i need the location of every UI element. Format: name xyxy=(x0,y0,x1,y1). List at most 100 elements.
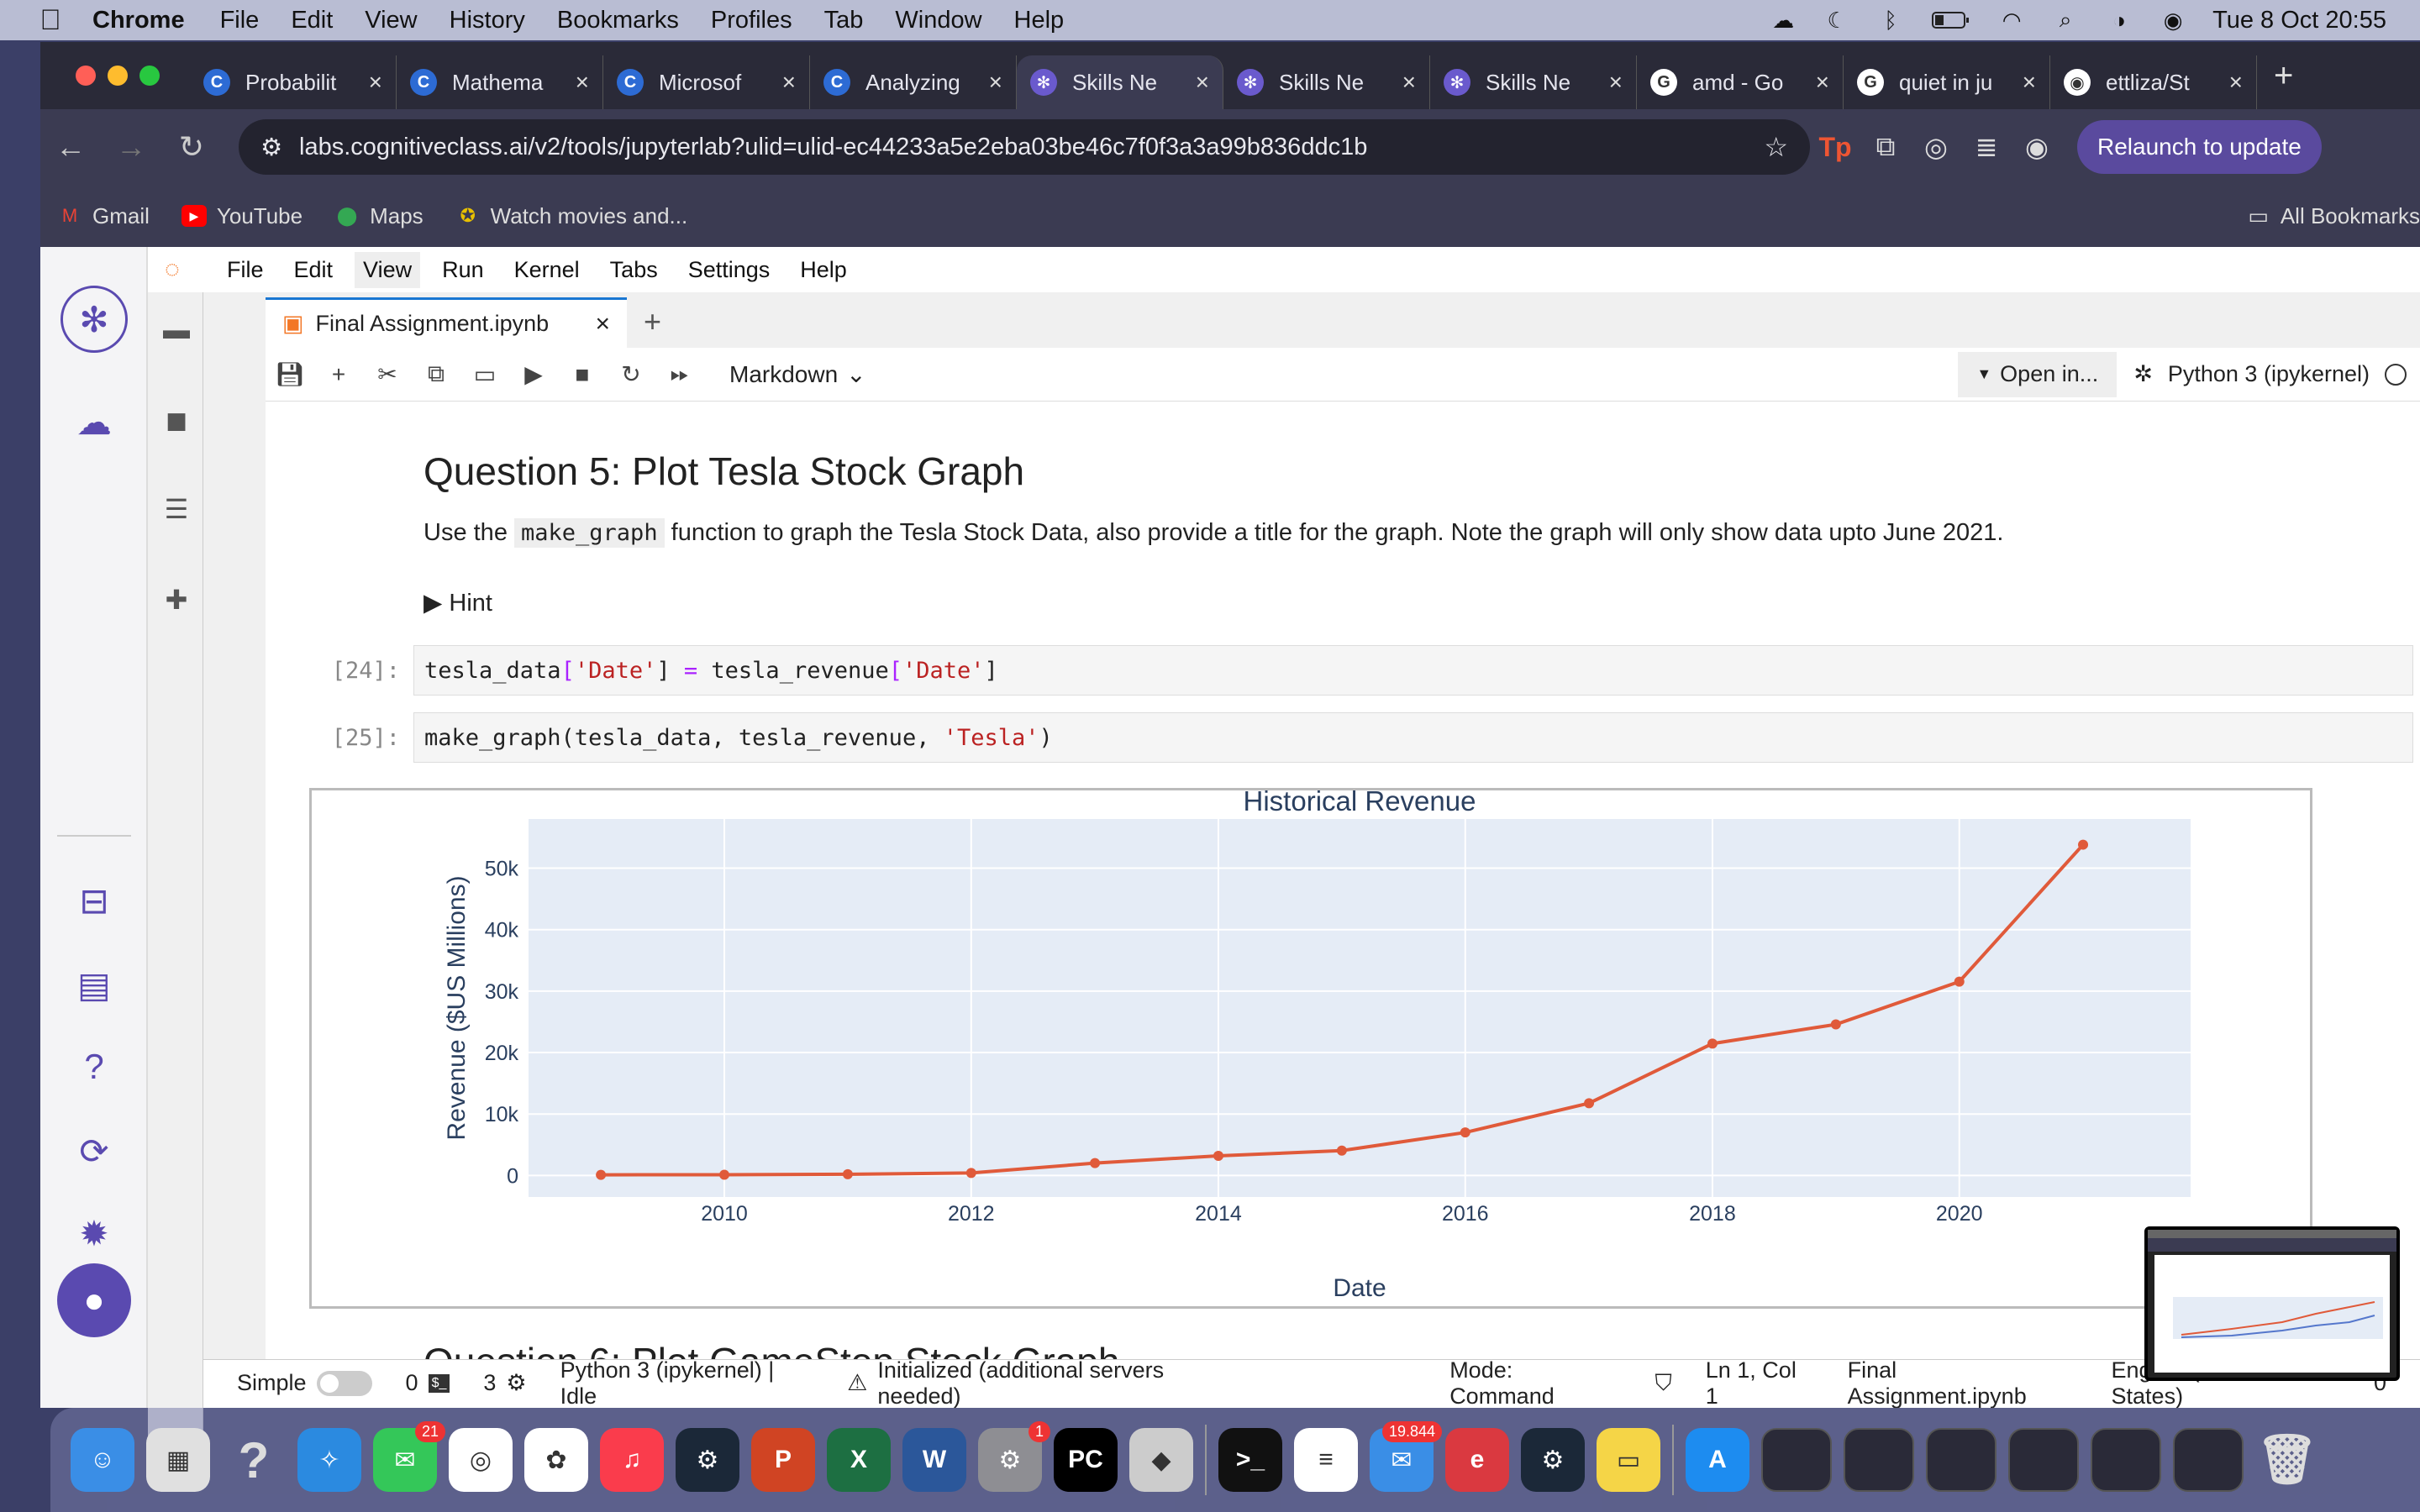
stickies-icon[interactable]: ▭ xyxy=(1597,1428,1660,1492)
screenshot-thumbnail[interactable] xyxy=(2144,1226,2400,1381)
file-browser-folder-icon[interactable]: ▬ xyxy=(160,312,193,346)
hint-details-toggle[interactable]: ▶ Hint xyxy=(424,588,492,617)
tab-close-icon[interactable]: × xyxy=(576,69,589,96)
sync-icon[interactable]: ⟳ xyxy=(60,1117,128,1184)
menubar-item-help[interactable]: Help xyxy=(1014,7,1065,34)
minimized-window-thumbnail[interactable] xyxy=(1844,1428,1914,1492)
profile-avatar-icon[interactable]: ◉ xyxy=(2012,131,2062,163)
apple-icon[interactable]:  xyxy=(34,3,67,37)
pycharm-icon[interactable]: PC xyxy=(1054,1428,1118,1492)
browser-tab[interactable]: Gquiet in ju × xyxy=(1844,55,2050,109)
url-text[interactable]: labs.cognitiveclass.ai/v2/tools/jupyterl… xyxy=(299,134,1764,161)
cloud-icon[interactable]: ☁ xyxy=(1769,8,1797,33)
data-point[interactable] xyxy=(1707,1038,1718,1049)
notes-icon[interactable]: ≡ xyxy=(1294,1428,1358,1492)
new-tab-button[interactable]: + xyxy=(2274,57,2293,95)
news-icon[interactable]: ▤ xyxy=(60,951,128,1018)
save-icon[interactable]: 💾︎ xyxy=(266,360,314,388)
new-launcher-button[interactable]: + xyxy=(644,304,661,339)
cursor-position[interactable]: Ln 1, Col 1 xyxy=(1706,1357,1814,1410)
data-point[interactable] xyxy=(596,1169,607,1180)
help-circle-icon[interactable]: ? xyxy=(60,1033,128,1100)
code-editor[interactable]: make_graph(tesla_data, tesla_revenue, 'T… xyxy=(413,712,2413,763)
tab-close-icon[interactable]: × xyxy=(1402,69,1416,96)
user-avatar-icon[interactable]: ● xyxy=(57,1263,131,1337)
copy-icon[interactable]: ⧉ xyxy=(412,360,460,388)
jmenu-edit[interactable]: Edit xyxy=(294,257,334,283)
data-point[interactable] xyxy=(1460,1127,1470,1138)
menubar-app-name[interactable]: Chrome xyxy=(92,7,185,34)
tab-close-icon[interactable]: × xyxy=(1609,69,1623,96)
tab-close-icon[interactable]: × xyxy=(989,69,1002,96)
menubar-item-profiles[interactable]: Profiles xyxy=(711,7,792,34)
help-icon[interactable]: ? xyxy=(222,1428,286,1492)
terminals-count[interactable]: 0 $_ xyxy=(406,1370,450,1396)
data-point[interactable] xyxy=(719,1169,730,1180)
browser-tab[interactable]: C Probabilit × xyxy=(190,55,397,109)
jmenu-run[interactable]: Run xyxy=(442,257,484,283)
code-cell-25[interactable]: [25]: make_graph(tesla_data, tesla_reven… xyxy=(266,712,2413,763)
plot-area[interactable] xyxy=(529,819,2191,1197)
minimized-window-thumbnail[interactable] xyxy=(2091,1428,2161,1492)
bookmark-gmail[interactable]: M Gmail xyxy=(57,203,150,229)
running-stop-icon[interactable]: ◼ xyxy=(160,403,193,437)
photos-icon[interactable]: ✿ xyxy=(524,1428,588,1492)
battery-icon[interactable] xyxy=(1930,8,1972,32)
extensions-puzzle-icon[interactable]: ✚ xyxy=(160,583,193,617)
minimize-window-button[interactable] xyxy=(108,66,128,86)
jmenu-help[interactable]: Help xyxy=(800,257,847,283)
open-in-button[interactable]: ▼ Open in... xyxy=(1958,351,2118,397)
stop-icon[interactable]: ■ xyxy=(558,361,607,388)
browser-tab[interactable]: ✻ Skills Ne × xyxy=(1017,55,1223,109)
reload-icon[interactable]: ↻ xyxy=(161,129,222,165)
tab-close-icon[interactable]: × xyxy=(1196,69,1209,96)
insert-cell-icon[interactable]: + xyxy=(314,361,363,388)
skills-network-logo-icon[interactable]: ✻ xyxy=(60,286,128,353)
run-icon[interactable]: ▶ xyxy=(509,360,558,388)
trash-icon[interactable]: 🗑︎ xyxy=(2255,1428,2319,1492)
tab-close-icon[interactable]: × xyxy=(369,69,382,96)
code-editor[interactable]: tesla_data['Date'] = tesla_revenue['Date… xyxy=(413,645,2413,696)
toggle-switch[interactable] xyxy=(316,1370,372,1396)
browser-tab[interactable]: C Analyzing × xyxy=(810,55,1017,109)
performance-icon[interactable]: ◎ xyxy=(1911,131,1961,163)
data-point[interactable] xyxy=(1090,1158,1101,1168)
cell-type-select[interactable]: Markdown ⌄ xyxy=(729,360,866,388)
terminal-icon[interactable]: >_ xyxy=(1218,1428,1282,1492)
kernels-count[interactable]: 3 ⚙ xyxy=(483,1370,526,1396)
plot-output[interactable]: 0 10k 20k 30k 40k 50k 2010 2012 2014 2016 2018 2020… xyxy=(309,785,2312,1309)
steam2-icon[interactable]: ⚙ xyxy=(1521,1428,1585,1492)
data-point[interactable] xyxy=(842,1168,853,1179)
menubar-clock[interactable]: Tue 8 Oct 20:55 xyxy=(2212,7,2386,34)
launchpad-icon[interactable]: ▦ xyxy=(146,1428,210,1492)
bookmark-star-icon[interactable]: ☆ xyxy=(1764,131,1788,163)
site-settings-icon[interactable]: ⚙ xyxy=(260,133,282,162)
data-point[interactable] xyxy=(1954,976,1965,987)
expressvpn-icon[interactable]: e xyxy=(1445,1428,1509,1492)
menubar-item-edit[interactable]: Edit xyxy=(291,7,333,34)
bug-icon[interactable]: ✲ xyxy=(2133,361,2153,387)
trusted-shield-icon[interactable]: ⛉ xyxy=(1655,1370,1672,1397)
revenue-line-chart[interactable]: 0 10k 20k 30k 40k 50k 2010 2012 2014 2016 2018 2020… xyxy=(312,785,2310,1306)
jmenu-view[interactable]: View xyxy=(355,251,421,288)
menubar-item-window[interactable]: Window xyxy=(895,7,981,34)
search-icon[interactable]: ⌕ xyxy=(2051,7,2080,32)
chrome-icon[interactable]: ◎ xyxy=(449,1428,513,1492)
data-point[interactable] xyxy=(2078,839,2089,850)
paste-icon[interactable]: ▭ xyxy=(460,360,509,388)
kernel-state[interactable]: Python 3 (ipykernel) | Idle xyxy=(560,1357,814,1410)
restart-icon[interactable]: ↻ xyxy=(607,360,655,388)
minimized-window-thumbnail[interactable] xyxy=(2173,1428,2244,1492)
excel-icon[interactable]: X xyxy=(827,1428,891,1492)
steam-icon[interactable]: ⚙ xyxy=(676,1428,739,1492)
menubar-item-tab[interactable]: Tab xyxy=(824,7,864,34)
zoom-window-button[interactable] xyxy=(139,66,160,86)
code-cell-24[interactable]: [24]: tesla_data['Date'] = tesla_revenue… xyxy=(266,645,2413,696)
finder-icon[interactable]: ☺ xyxy=(71,1428,134,1492)
music-icon[interactable]: ♫ xyxy=(600,1428,664,1492)
safari-icon[interactable]: ✧ xyxy=(297,1428,361,1492)
data-point[interactable] xyxy=(1336,1145,1347,1156)
chat-assistant-icon[interactable]: ☁ xyxy=(60,388,128,455)
appstore-icon[interactable]: A xyxy=(1686,1428,1749,1492)
data-point[interactable] xyxy=(1213,1150,1223,1161)
